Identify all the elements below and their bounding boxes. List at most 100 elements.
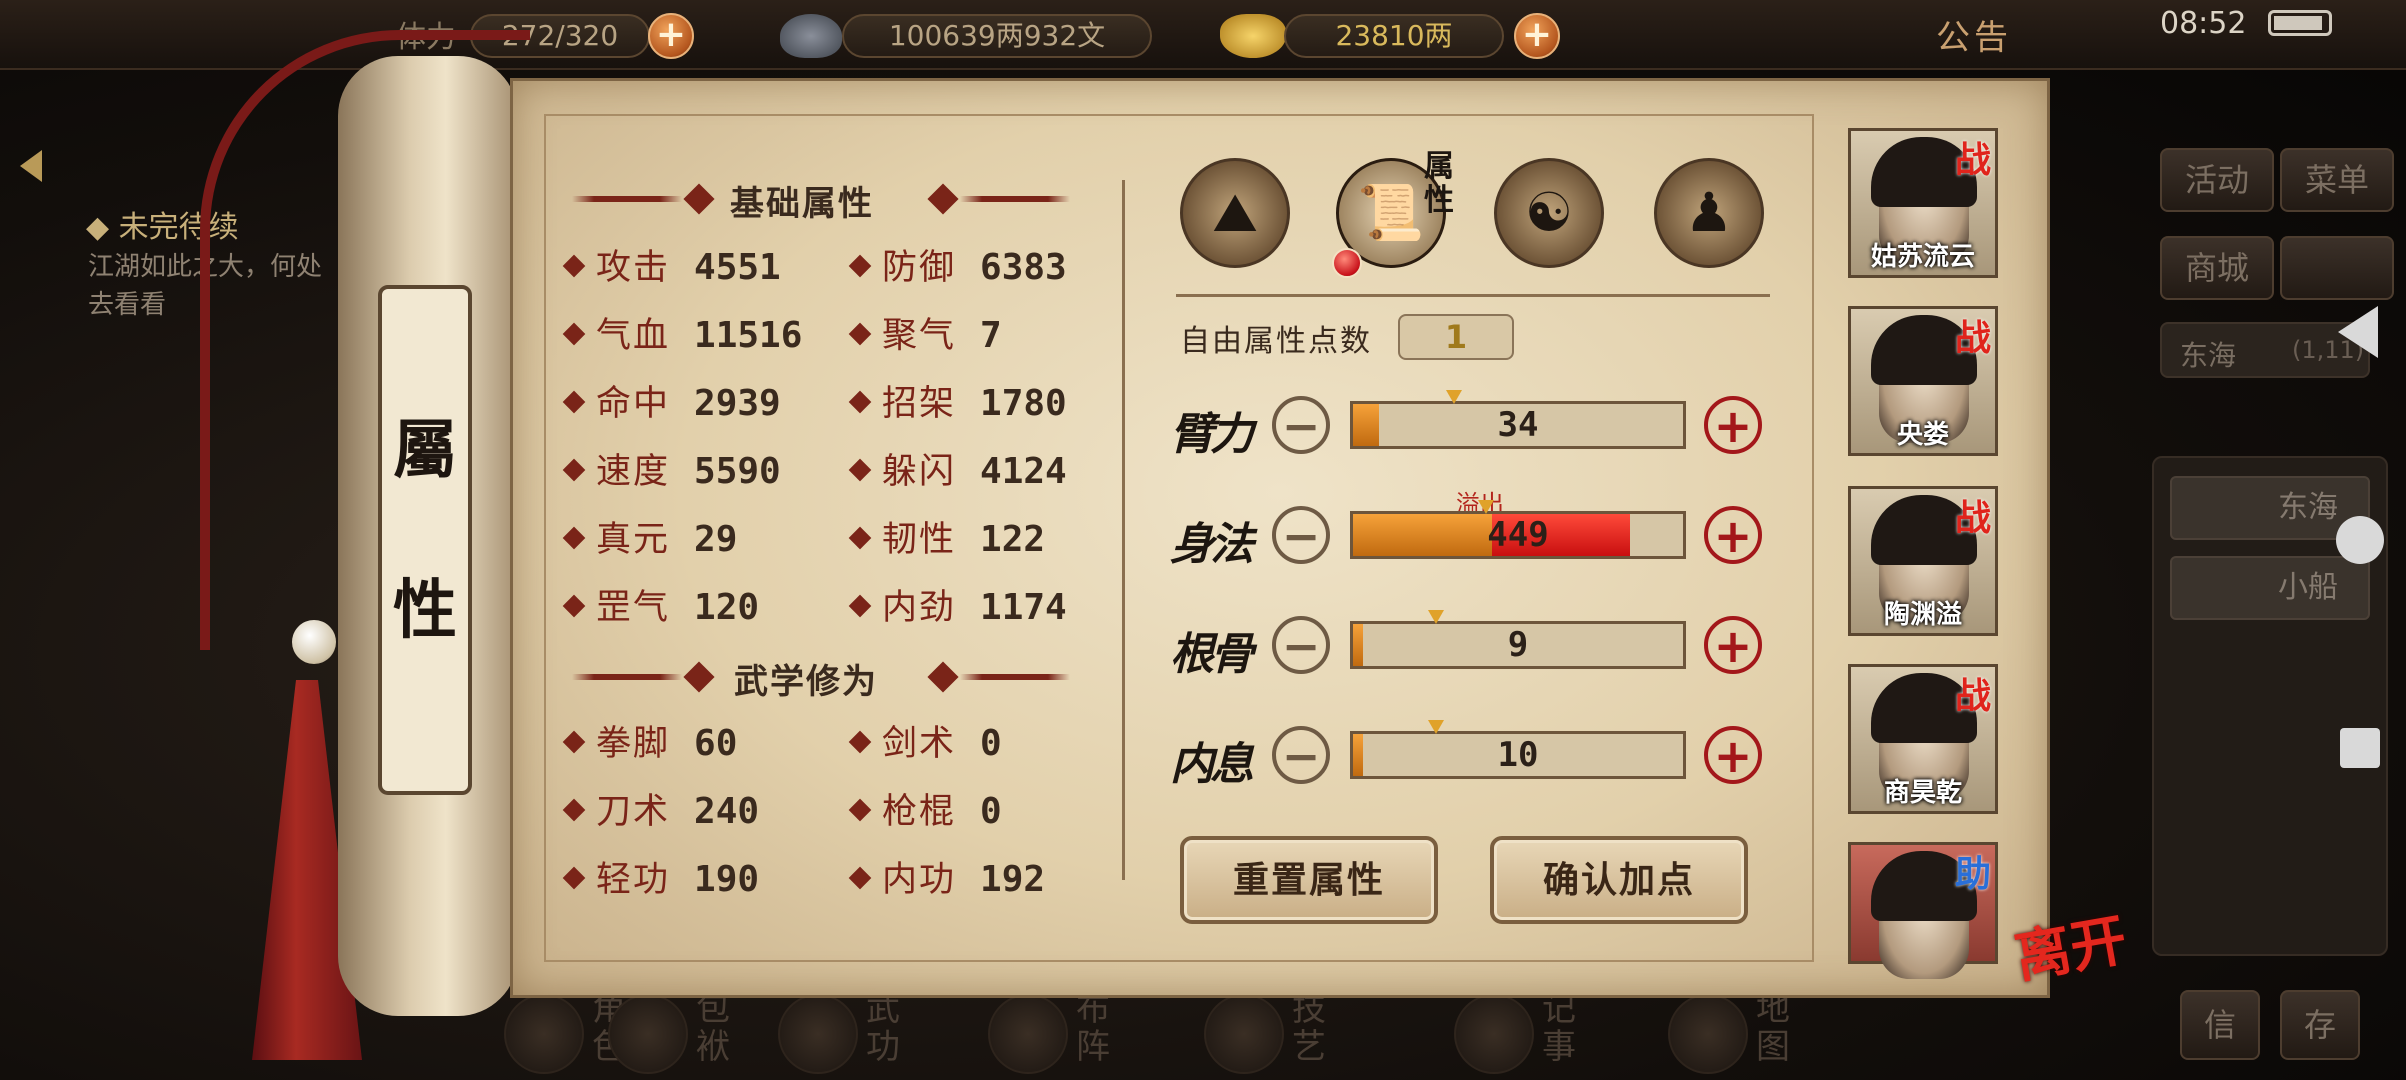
free-points-label: 自由属性点数 — [1180, 324, 1372, 359]
scroll-bead — [292, 620, 336, 664]
martial-stat-label: 剑术 — [882, 724, 957, 764]
portrait-role-tag: 助 — [1954, 853, 1991, 895]
attribute-name: 根骨 — [1170, 629, 1254, 680]
tab-meridian[interactable]: ♟ — [1654, 158, 1764, 268]
basic-stat: 罡气 120 — [562, 587, 760, 628]
basic-stat-value: 120 — [694, 587, 760, 628]
basic-stat: 真元 29 — [562, 519, 738, 560]
bottom-menu-label[interactable]: 地图 — [1756, 990, 1792, 1066]
diamond-icon — [562, 390, 586, 414]
panel-divider — [1122, 180, 1125, 880]
character-portrait[interactable]: 战陶渊溢 — [1848, 486, 1998, 636]
attribute-value: 449 — [1487, 515, 1549, 555]
collapse-arrow-icon[interactable] — [20, 150, 42, 182]
martial-stat: 枪棍 0 — [848, 791, 1002, 832]
basic-stat-label: 罡气 — [596, 588, 671, 628]
basic-stat: 防御 6383 — [848, 248, 1067, 288]
region-name: 东海 — [2180, 339, 2237, 372]
bottom-menu-icon[interactable] — [1454, 994, 1534, 1074]
empty-menu-slot — [2280, 236, 2394, 300]
bottom-menu-icon[interactable] — [504, 994, 584, 1074]
increase-3-button[interactable]: + — [1704, 726, 1762, 784]
basic-stat-label: 躲闪 — [882, 452, 957, 492]
add-gold-button[interactable]: + — [1514, 13, 1560, 59]
character-portrait[interactable]: 助 — [1848, 842, 1998, 979]
nav-back-icon[interactable] — [2338, 306, 2378, 358]
scroll-title-bottom: 性 — [393, 573, 457, 648]
basic-stat-value: 29 — [694, 519, 738, 560]
notice-button[interactable]: 公告 — [1936, 10, 2012, 59]
location-item[interactable]: 小船 — [2170, 556, 2370, 620]
basic-stat-value: 4124 — [980, 451, 1067, 492]
bottom-menu-icon[interactable] — [988, 994, 1068, 1074]
basic-stat-value: 4551 — [694, 247, 781, 288]
basic-stat-label: 韧性 — [882, 520, 957, 560]
basic-stat: 招架 1780 — [848, 384, 1067, 424]
save-button[interactable]: 存 — [2280, 990, 2360, 1060]
nav-recent-icon[interactable] — [2340, 728, 2380, 768]
increase-1-button[interactable]: + — [1704, 506, 1762, 564]
diamond-icon — [848, 594, 872, 618]
attribute-bar: 9 — [1350, 621, 1686, 669]
menu-button[interactable]: 菜单 — [2280, 148, 2394, 212]
diamond-icon — [848, 254, 872, 278]
title-ornament-right — [960, 674, 1070, 680]
martial-stat-value: 0 — [980, 791, 1002, 832]
martial-stat-label: 拳脚 — [596, 724, 671, 764]
tab-equipment[interactable]: ⛰ — [1180, 158, 1290, 268]
basic-stat: 命中 2939 — [562, 383, 781, 424]
attribute-value: 9 — [1507, 625, 1529, 665]
reset-attributes-button[interactable]: 重置属性 — [1180, 836, 1438, 924]
portrait-name: 姑苏流云 — [1870, 242, 1975, 272]
bottom-menu-icon[interactable] — [1204, 994, 1284, 1074]
diamond-icon — [562, 526, 586, 550]
bottom-menu-label[interactable]: 记事 — [1542, 990, 1578, 1066]
straw-hat-icon: ⛰ — [1212, 181, 1258, 244]
bottom-menu-label[interactable]: 布阵 — [1076, 990, 1112, 1066]
add-stamina-button[interactable]: + — [648, 13, 694, 59]
character-portrait[interactable]: 战商昊乾 — [1848, 664, 1998, 814]
diamond-icon — [848, 866, 872, 890]
basic-stat: 躲闪 4124 — [848, 451, 1067, 492]
confirm-points-button[interactable]: 确认加点 — [1490, 836, 1748, 924]
nav-home-icon[interactable] — [2336, 516, 2384, 564]
activity-button[interactable]: 活动 — [2160, 148, 2274, 212]
bottom-menu-icon[interactable] — [778, 994, 858, 1074]
portrait-role-tag: 战 — [1954, 675, 1991, 717]
shop-button[interactable]: 商城 — [2160, 236, 2274, 300]
bottom-menu-icon[interactable] — [1668, 994, 1748, 1074]
bottom-menu-label[interactable]: 技艺 — [1292, 990, 1328, 1066]
martial-stat-value: 190 — [694, 859, 760, 900]
bottom-menu-icon[interactable] — [608, 994, 688, 1074]
increase-0-button[interactable]: + — [1704, 396, 1762, 454]
character-portrait[interactable]: 战央娄 — [1848, 306, 1998, 456]
martial-stat-label: 枪棍 — [882, 792, 957, 832]
bottom-menu-label[interactable]: 包袱 — [696, 990, 732, 1066]
decrease-1-button[interactable]: − — [1272, 506, 1330, 564]
bar-marker-icon — [1428, 720, 1444, 734]
diamond-icon — [848, 526, 872, 550]
decrease-0-button[interactable]: − — [1272, 396, 1330, 454]
martial-stat: 轻功 190 — [562, 859, 760, 900]
bottom-menu-label[interactable]: 武功 — [866, 990, 902, 1066]
title-ornament-left — [572, 196, 682, 202]
tab-formation[interactable]: ☯ — [1494, 158, 1604, 268]
bar-marker-icon — [1428, 610, 1444, 624]
increase-2-button[interactable]: + — [1704, 616, 1762, 674]
diamond-icon — [848, 730, 872, 754]
decrease-2-button[interactable]: − — [1272, 616, 1330, 674]
diamond-icon — [848, 798, 872, 822]
attribute-bar: 34 — [1350, 401, 1686, 449]
basic-stat-value: 2939 — [694, 383, 781, 424]
mail-button[interactable]: 信 — [2180, 990, 2260, 1060]
portrait-name: 商昊乾 — [1883, 778, 1962, 808]
character-portrait[interactable]: 战姑苏流云 — [1848, 128, 1998, 278]
attribute-bar: 449 — [1350, 511, 1686, 559]
martial-stat-value: 240 — [694, 791, 760, 832]
decrease-3-button[interactable]: − — [1272, 726, 1330, 784]
portrait-role-tag: 战 — [1954, 317, 1991, 359]
bagua-icon: ☯ — [1524, 181, 1574, 244]
attribute-bar: 10 — [1350, 731, 1686, 779]
body-figure-icon: ♟ — [1684, 181, 1734, 244]
diamond-icon — [848, 322, 872, 346]
